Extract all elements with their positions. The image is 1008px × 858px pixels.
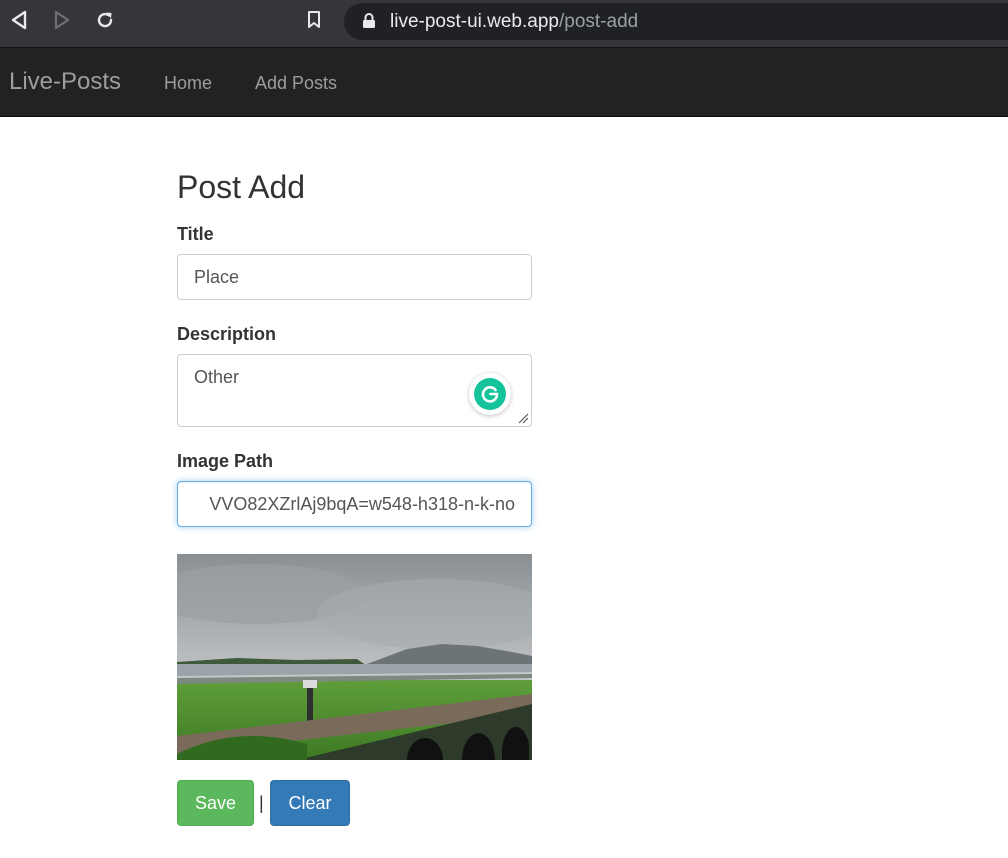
title-input[interactable]: Place	[177, 254, 532, 300]
title-label: Title	[177, 224, 214, 244]
grammarly-badge	[474, 378, 506, 410]
url-text: live-post-ui.web.app/post-add	[390, 11, 638, 32]
bookmark-icon[interactable]	[303, 9, 325, 31]
page-title: Post Add	[177, 169, 306, 205]
brand-link[interactable]: Live-Posts	[9, 68, 121, 96]
clear-button[interactable]: Clear	[270, 780, 350, 826]
browser-toolbar: live-post-ui.web.app/post-add	[0, 0, 1008, 47]
image-preview	[177, 554, 532, 760]
url-host: live-post-ui.web.app	[390, 11, 559, 32]
back-icon[interactable]	[8, 9, 30, 31]
nav-home-link[interactable]: Home	[164, 72, 212, 94]
forward-icon[interactable]	[51, 9, 73, 31]
url-path: /post-add	[558, 11, 639, 32]
lock-icon	[363, 13, 375, 28]
image-path-label: Image Path	[177, 451, 274, 471]
image-path-input[interactable]: VVO82XZrlAj9bqA=w548-h318-n-k-no	[177, 481, 532, 527]
description-label: Description	[177, 324, 277, 344]
grammarly-icon[interactable]	[469, 373, 511, 415]
image-path-value: VVO82XZrlAj9bqA=w548-h318-n-k-no	[209, 494, 515, 514]
app-navbar: Live-Posts Home Add Posts	[0, 47, 1008, 117]
address-bar[interactable]: live-post-ui.web.app/post-add	[344, 3, 1008, 40]
button-separator: |	[259, 793, 264, 813]
reload-icon[interactable]	[94, 9, 116, 31]
resize-grip-icon[interactable]	[517, 412, 529, 424]
save-button[interactable]: Save	[177, 780, 254, 826]
nav-add-posts-link[interactable]: Add Posts	[255, 72, 337, 94]
